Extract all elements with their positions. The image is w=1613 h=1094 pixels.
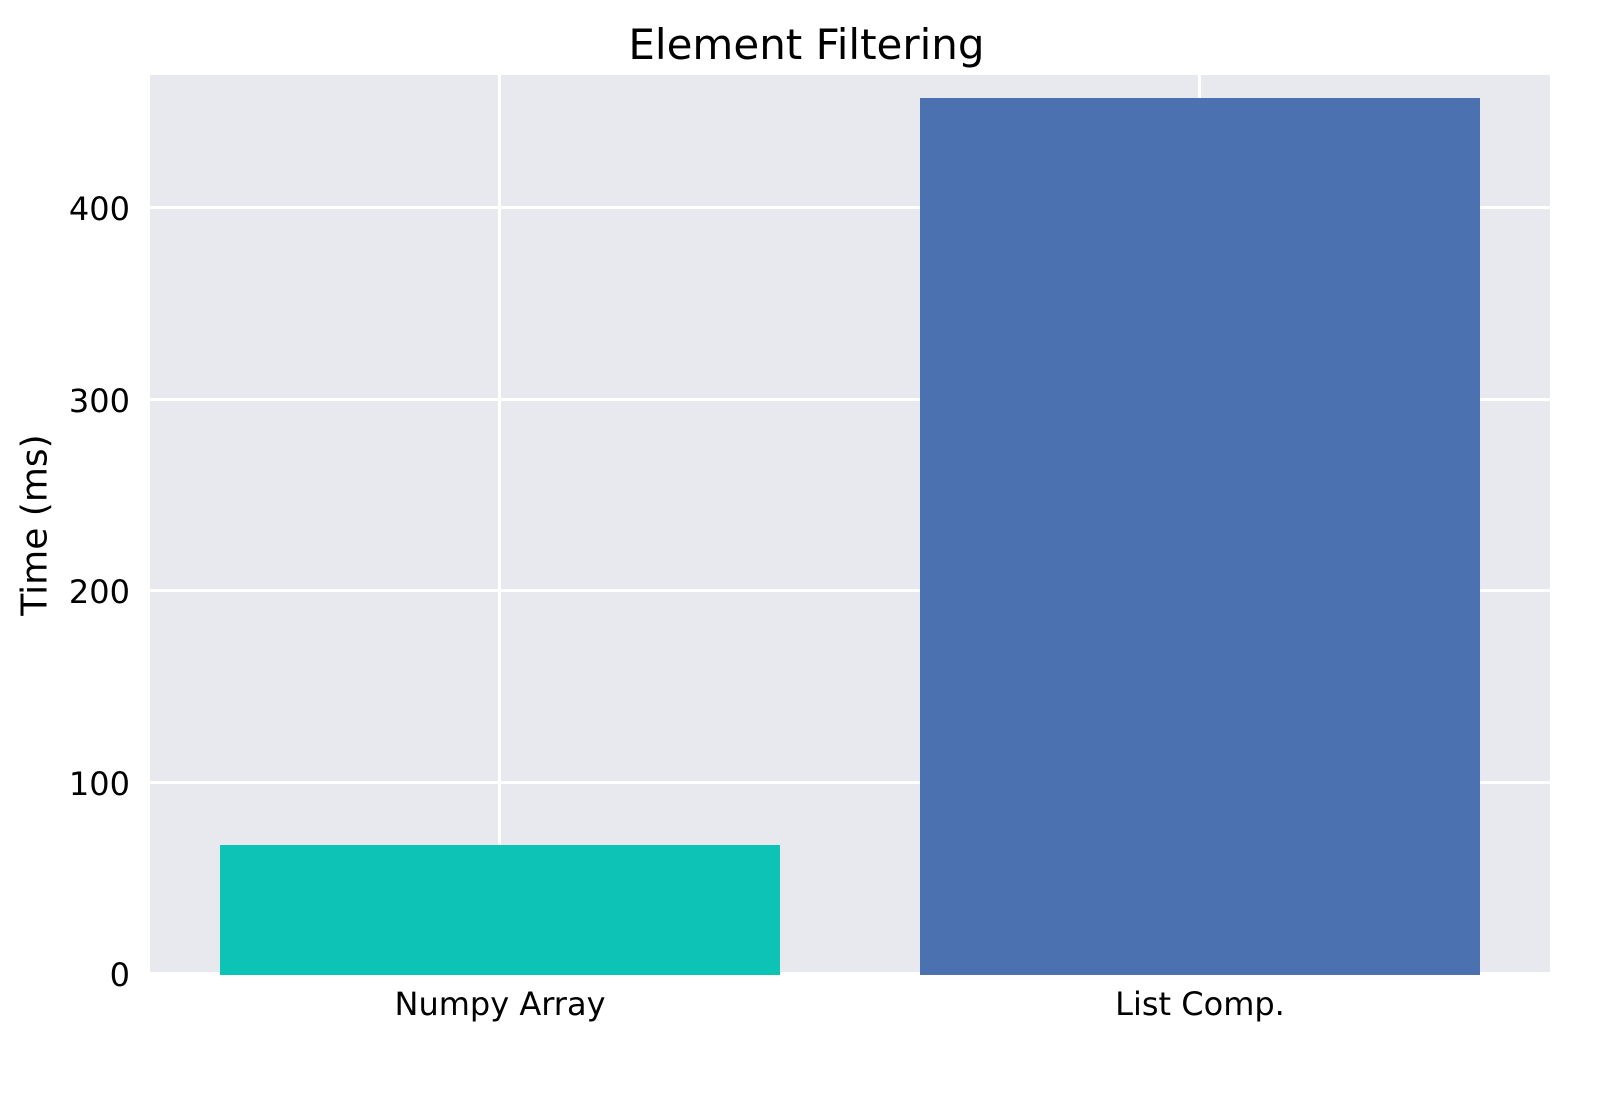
plot-area xyxy=(150,75,1550,975)
y-tick-label: 300 xyxy=(0,382,130,420)
y-tick-label: 0 xyxy=(0,956,130,994)
y-tick-label: 200 xyxy=(0,573,130,611)
x-gridline xyxy=(498,75,501,975)
y-tick-label: 100 xyxy=(0,765,130,803)
chart-title: Element Filtering xyxy=(0,20,1613,69)
bar-numpy-array xyxy=(220,845,780,975)
y-tick-label: 400 xyxy=(0,190,130,228)
bar-list-comp xyxy=(920,98,1480,975)
figure: Element Filtering Time (ms) 0 100 200 30… xyxy=(0,0,1613,1094)
x-tick-label: List Comp. xyxy=(1115,985,1285,1023)
x-tick-label: Numpy Array xyxy=(395,985,606,1023)
